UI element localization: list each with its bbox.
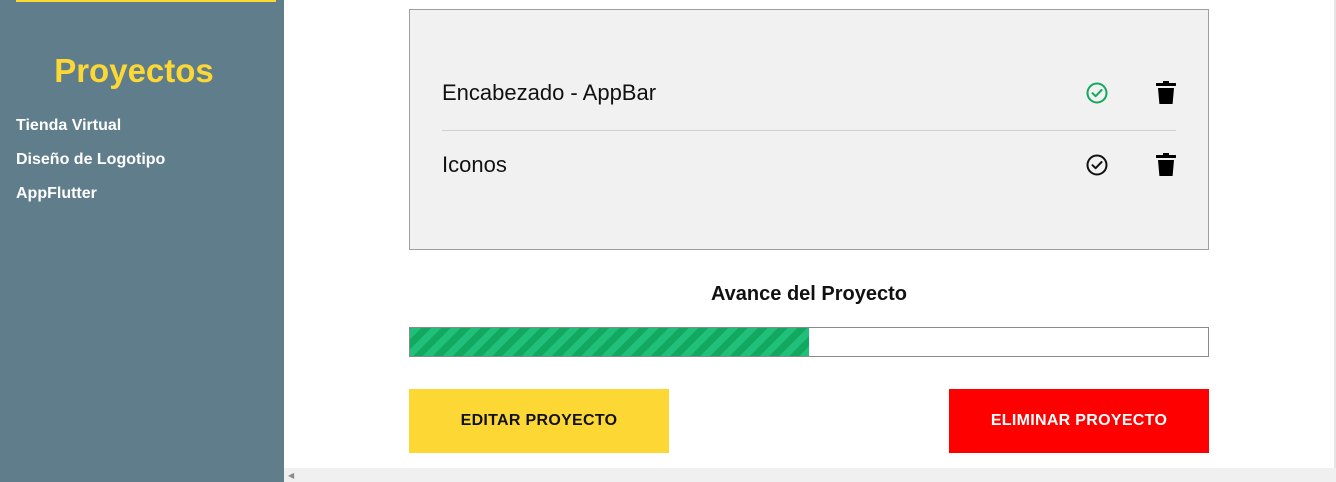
delete-project-button[interactable]: ELIMINAR PROYECTO xyxy=(949,389,1209,453)
project-list: Tienda Virtual Diseño de Logotipo AppFlu… xyxy=(16,116,165,218)
task-name: Iconos xyxy=(442,152,507,177)
sidebar-accent-line xyxy=(16,0,276,2)
task-row: Iconos xyxy=(442,130,1176,202)
progress-bar xyxy=(409,327,1209,357)
app-root: Proyectos Tienda Virtual Diseño de Logot… xyxy=(0,0,1336,482)
sidebar-item-diseno-logotipo[interactable]: Diseño de Logotipo xyxy=(16,150,165,184)
edit-project-button[interactable]: EDITAR PROYECTO xyxy=(409,389,669,453)
check-circle-icon[interactable] xyxy=(1085,153,1109,177)
sidebar-title: Proyectos xyxy=(54,52,214,89)
sidebar: Proyectos Tienda Virtual Diseño de Logot… xyxy=(0,0,284,482)
horizontal-scrollbar[interactable]: ◀ xyxy=(284,468,1336,482)
trash-icon[interactable] xyxy=(1155,153,1177,177)
task-name: Encabezado - AppBar xyxy=(442,80,657,105)
sidebar-item-appflutter[interactable]: AppFlutter xyxy=(16,184,165,218)
scroll-left-arrow-icon[interactable]: ◀ xyxy=(288,471,294,480)
task-row: Encabezado - AppBar xyxy=(442,58,1176,131)
progress-title: Avance del Proyecto xyxy=(710,283,907,305)
trash-icon[interactable] xyxy=(1155,81,1177,105)
tasks-panel: Encabezado - AppBar Iconos xyxy=(409,9,1209,250)
sidebar-item-tienda-virtual[interactable]: Tienda Virtual xyxy=(16,116,165,150)
check-circle-icon[interactable] xyxy=(1085,81,1109,105)
progress-bar-fill xyxy=(410,328,809,356)
